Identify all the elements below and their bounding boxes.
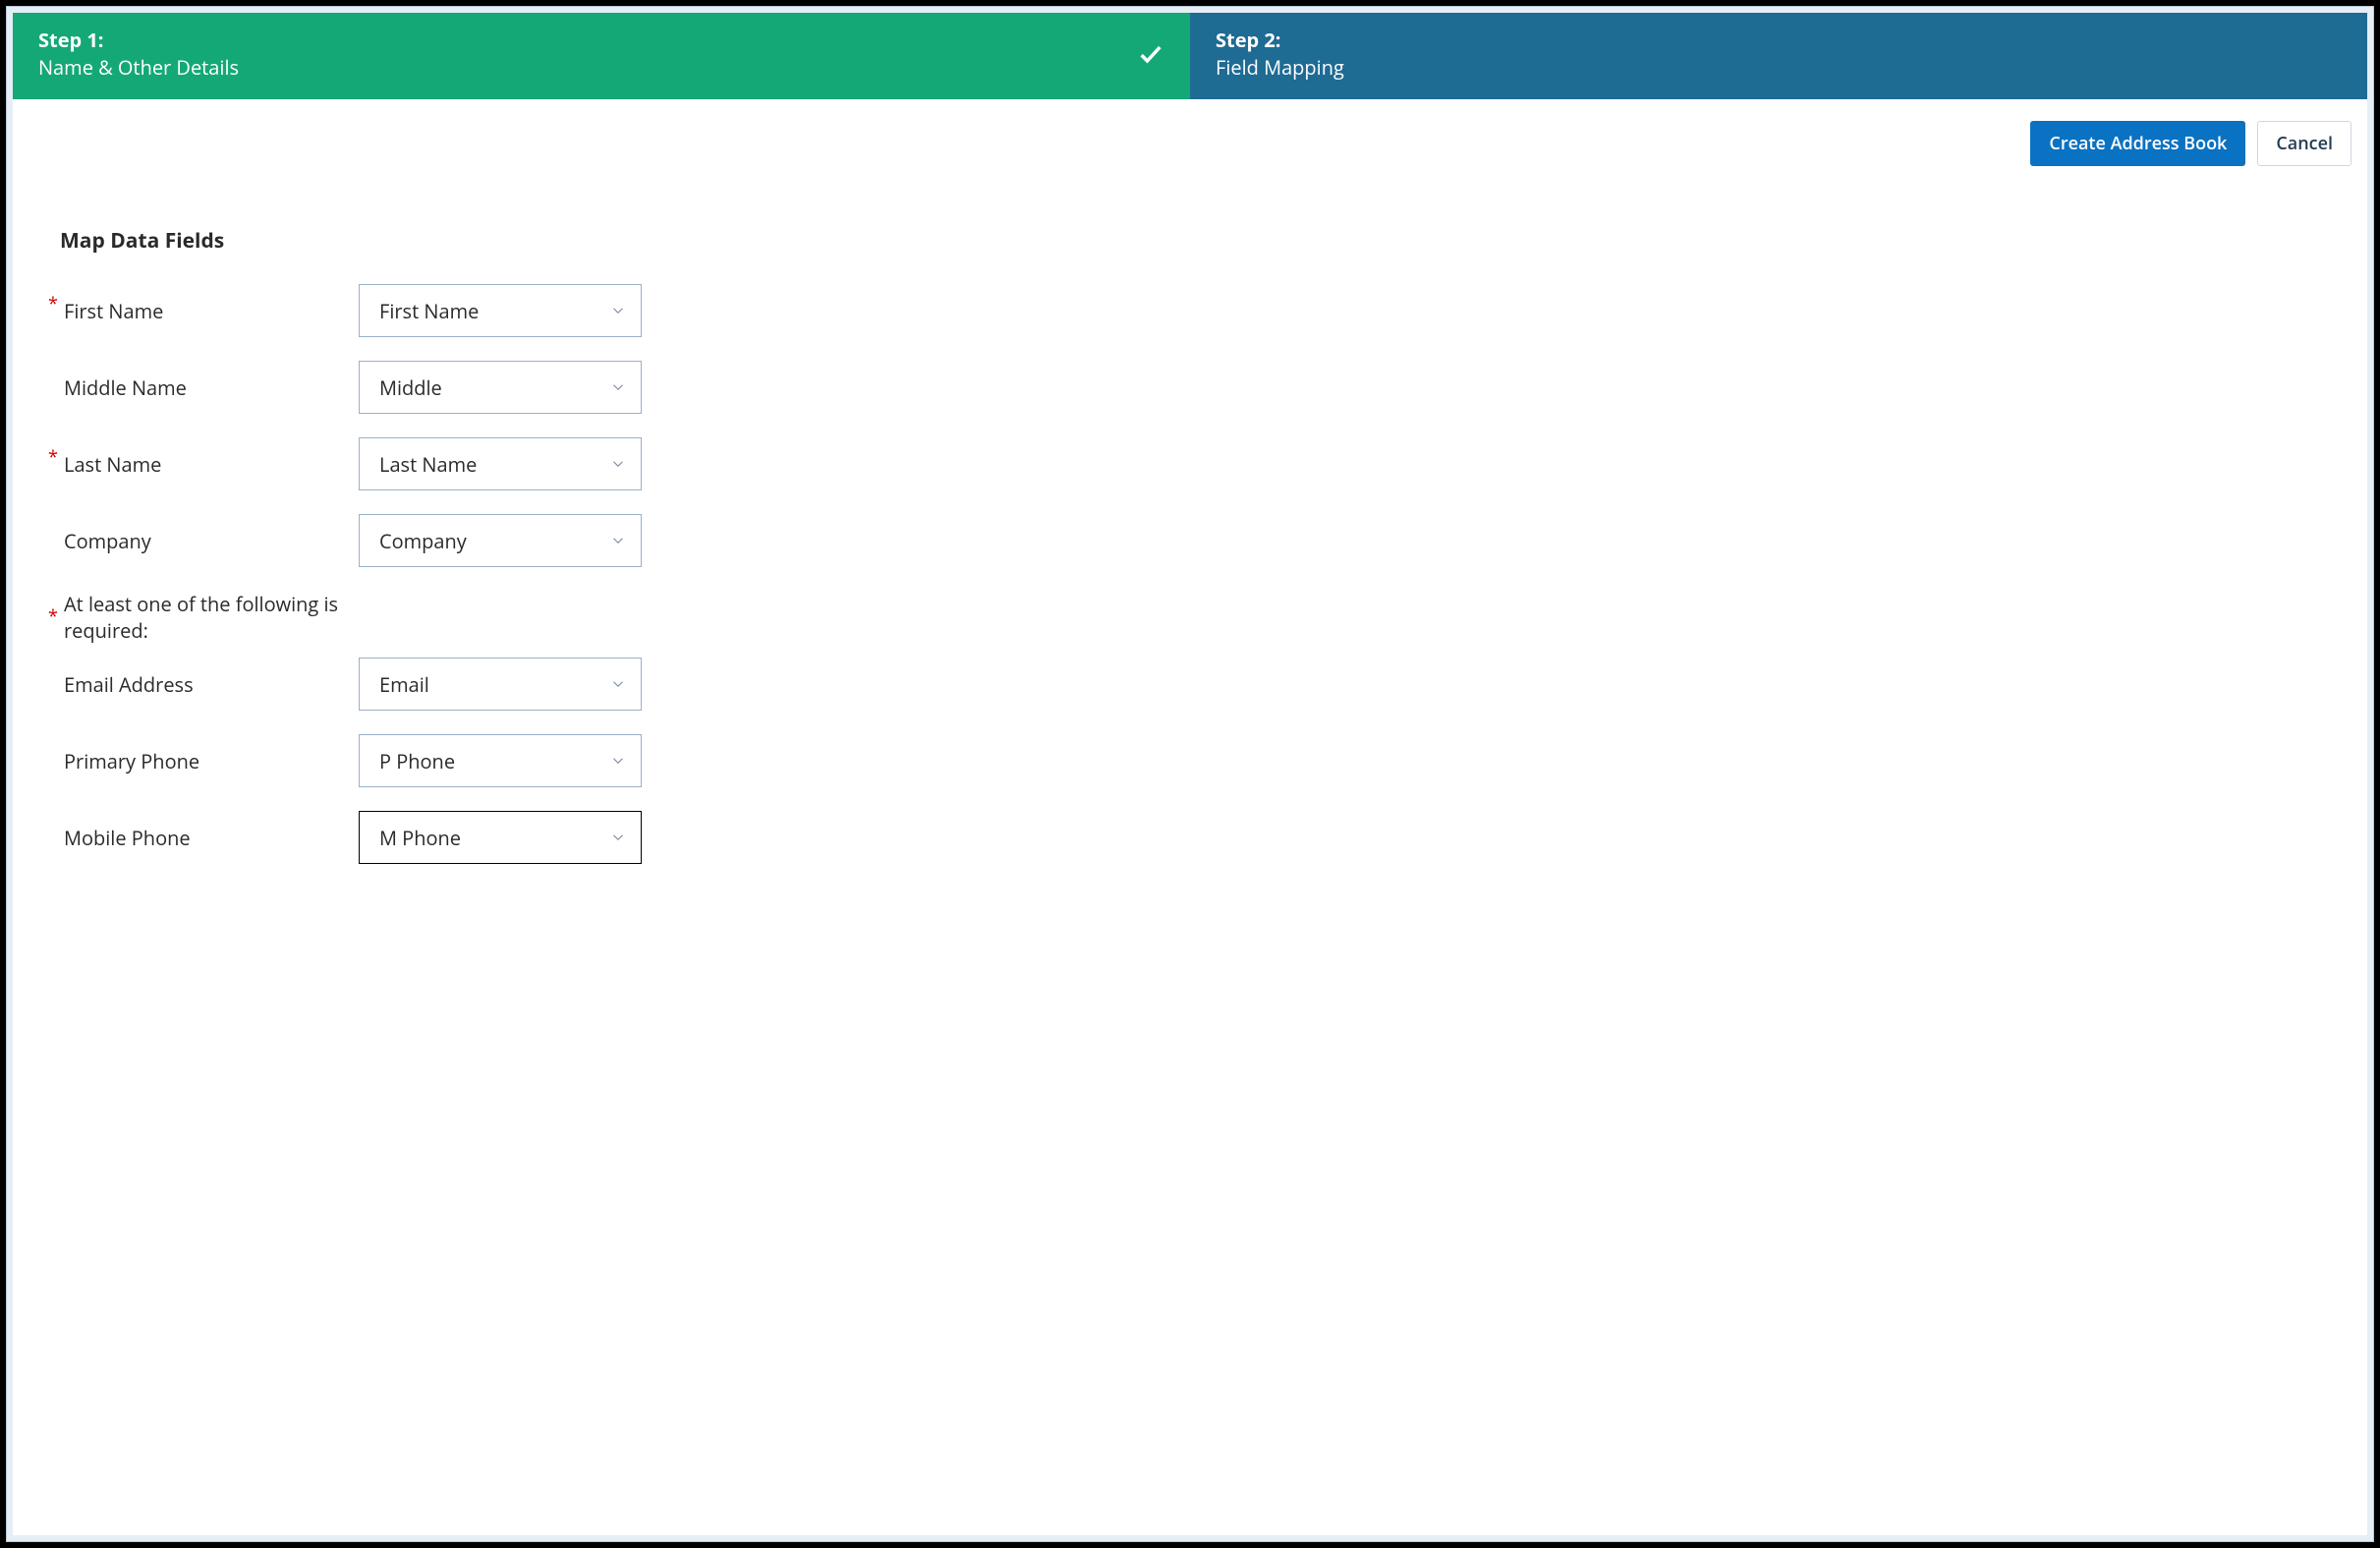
label-email: Email Address [64, 671, 359, 698]
chevron-down-icon [609, 302, 627, 319]
select-value: First Name [379, 298, 479, 324]
chevron-down-icon [609, 378, 627, 396]
step-2[interactable]: Step 2: Field Mapping [1190, 13, 2367, 99]
chevron-down-icon [609, 829, 627, 846]
step-2-title: Step 2: [1216, 27, 1344, 54]
required-mark-empty [42, 361, 64, 369]
action-bar: Create Address Book Cancel [13, 99, 2367, 174]
select-last-name[interactable]: Last Name [359, 437, 642, 490]
field-row-middle-name: Middle Name Middle [42, 361, 2338, 414]
select-email[interactable]: Email [359, 658, 642, 711]
required-mark-empty [42, 811, 64, 819]
chevron-down-icon [609, 675, 627, 693]
required-mark: * [42, 437, 64, 469]
required-mark: * [42, 591, 64, 628]
select-middle-name[interactable]: Middle [359, 361, 642, 414]
chevron-down-icon [609, 532, 627, 549]
select-first-name[interactable]: First Name [359, 284, 642, 337]
label-middle-name: Middle Name [64, 374, 359, 401]
label-primary-phone: Primary Phone [64, 748, 359, 774]
field-row-company: Company Company [42, 514, 2338, 567]
required-mark-empty [42, 658, 64, 665]
required-one-note: At least one of the following is require… [64, 591, 359, 644]
required-mark: * [42, 284, 64, 315]
label-first-name: First Name [64, 298, 359, 324]
field-row-primary-phone: Primary Phone P Phone [42, 734, 2338, 787]
create-address-book-button[interactable]: Create Address Book [2030, 121, 2245, 166]
label-company: Company [64, 528, 359, 554]
field-row-last-name: * Last Name Last Name [42, 437, 2338, 490]
select-value: Company [379, 528, 467, 554]
field-row-first-name: * First Name First Name [42, 284, 2338, 337]
label-last-name: Last Name [64, 451, 359, 478]
section-title: Map Data Fields [60, 227, 2338, 255]
check-icon [1137, 40, 1164, 68]
select-value: M Phone [379, 825, 461, 851]
select-value: Last Name [379, 451, 477, 478]
select-company[interactable]: Company [359, 514, 642, 567]
cancel-button[interactable]: Cancel [2257, 121, 2352, 166]
required-mark-empty [42, 734, 64, 742]
wizard-stepper: Step 1: Name & Other Details Step 2: Fie… [13, 13, 2367, 99]
chevron-down-icon [609, 752, 627, 770]
select-value: Email [379, 671, 429, 698]
select-primary-phone[interactable]: P Phone [359, 734, 642, 787]
step-1-title: Step 1: [38, 27, 239, 54]
chevron-down-icon [609, 455, 627, 473]
form-content: Map Data Fields * First Name First Name … [13, 174, 2367, 864]
required-one-note-row: * At least one of the following is requi… [42, 591, 2338, 644]
step-1-subtitle: Name & Other Details [38, 54, 239, 82]
select-mobile-phone[interactable]: M Phone [359, 811, 642, 864]
step-2-subtitle: Field Mapping [1216, 54, 1344, 82]
field-row-mobile-phone: Mobile Phone M Phone [42, 811, 2338, 864]
select-value: Middle [379, 374, 442, 401]
label-mobile-phone: Mobile Phone [64, 825, 359, 851]
field-row-email: Email Address Email [42, 658, 2338, 711]
step-1[interactable]: Step 1: Name & Other Details [13, 13, 1190, 99]
select-value: P Phone [379, 748, 455, 774]
required-mark-empty [42, 514, 64, 522]
